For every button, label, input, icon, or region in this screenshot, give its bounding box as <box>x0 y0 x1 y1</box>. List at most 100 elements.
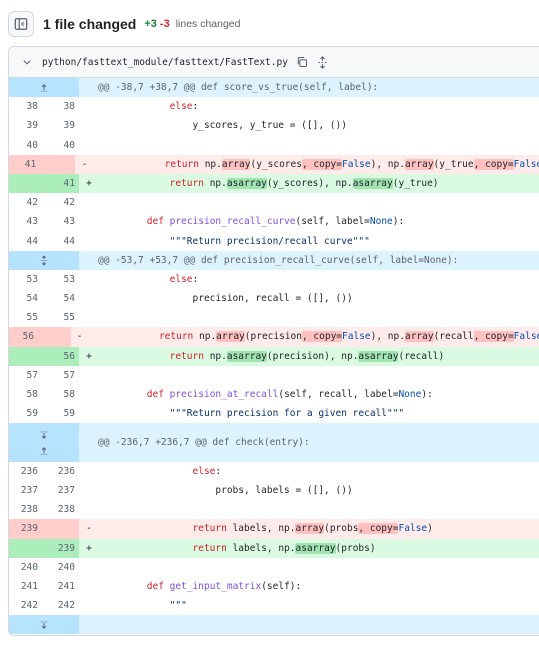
expand-down-button[interactable] <box>9 615 79 635</box>
new-line-number[interactable]: 242 <box>44 596 79 615</box>
diff-summary: 1 file changed +3 -3 lines changed <box>8 10 539 38</box>
old-line-number[interactable]: 53 <box>9 270 44 289</box>
new-line-number[interactable]: 59 <box>44 404 79 423</box>
expand-between-button[interactable] <box>9 423 79 462</box>
diff-line: 43 43 def precision_recall_curve(self, la… <box>9 212 539 232</box>
old-line-number[interactable]: 44 <box>9 232 44 251</box>
file-path[interactable]: python/fasttext_module/fasttext/FastText… <box>42 57 288 68</box>
old-line-number[interactable]: 57 <box>9 366 44 385</box>
new-line-number[interactable]: 237 <box>44 481 79 500</box>
new-line-number[interactable]: 238 <box>44 500 79 519</box>
old-line-number[interactable]: 41 <box>9 154 43 174</box>
collapse-file-button[interactable] <box>22 57 34 67</box>
new-line-number[interactable]: 54 <box>44 289 79 308</box>
code-text: def get_input_matrix(self): <box>146 580 302 592</box>
code-text: probs, labels = ([], ()) <box>101 484 353 496</box>
hunk-header-text: @@ -236,7 +236,7 @@ def check(entry): <box>98 437 310 449</box>
new-line-number[interactable]: 241 <box>44 577 79 596</box>
new-line-number[interactable] <box>40 327 71 347</box>
hunk-header-text: @@ -53,7 +53,7 @@ def precision_recall_c… <box>98 254 459 266</box>
old-line-number[interactable]: 38 <box>9 97 44 116</box>
old-line-number[interactable]: 54 <box>9 289 44 308</box>
deleted-line: 41 - return np.array(y_scores, copy=False… <box>9 154 539 174</box>
old-line-number[interactable]: 240 <box>9 558 44 577</box>
diff-line: 236 236 else: <box>9 461 539 481</box>
file-tree-toggle-button[interactable] <box>8 11 34 37</box>
expand-up-button[interactable] <box>9 78 79 98</box>
old-line-number[interactable]: 56 <box>9 327 41 347</box>
old-line-number[interactable] <box>9 538 44 558</box>
old-line-number[interactable]: 40 <box>9 136 44 155</box>
new-line-number[interactable]: 41 <box>44 173 79 194</box>
old-line-number[interactable]: 42 <box>9 193 44 212</box>
new-line-number[interactable]: 53 <box>44 270 79 289</box>
hunk-header: @@ -236,7 +236,7 @@ def check(entry): <box>9 423 539 462</box>
new-line-number[interactable]: 58 <box>44 385 79 404</box>
old-line-number[interactable] <box>9 173 44 194</box>
copy-path-button[interactable] <box>296 56 308 68</box>
new-line-number[interactable]: 42 <box>44 193 79 212</box>
old-line-number[interactable]: 241 <box>9 577 44 596</box>
diff-line: 39 39 y_scores, y_true = ([], ()) <box>9 116 539 136</box>
code-text: return np.array(precision, copy=False), … <box>158 331 539 343</box>
new-line-number[interactable]: 240 <box>44 558 79 577</box>
old-line-number[interactable]: 239 <box>9 519 44 539</box>
hunk-header: @@ -53,7 +53,7 @@ def precision_recall_c… <box>9 250 539 270</box>
added-line: 56 + return np.asarray(precision), np.asa… <box>9 346 539 366</box>
new-line-number[interactable]: 39 <box>44 116 79 135</box>
old-line-number[interactable]: 237 <box>9 481 44 500</box>
hunk-footer <box>9 615 539 635</box>
new-line-number[interactable]: 56 <box>44 346 79 366</box>
addition-marker: + <box>86 350 92 362</box>
code-text: return labels, np.asarray(probs) <box>192 542 376 554</box>
diff-line: 55 55 <box>9 308 539 328</box>
code-text: """ <box>101 600 187 612</box>
sidebar-toggle-icon <box>14 18 28 30</box>
expand-between-button[interactable] <box>9 250 79 270</box>
new-line-number[interactable]: 43 <box>44 212 79 231</box>
diff-line: 238 238 <box>9 500 539 520</box>
old-line-number[interactable]: 58 <box>9 385 44 404</box>
old-line-number[interactable]: 39 <box>9 116 44 135</box>
new-line-number[interactable]: 57 <box>44 366 79 385</box>
new-line-number[interactable] <box>44 519 79 539</box>
copy-icon <box>297 56 307 68</box>
code-text: return labels, np.array(probs, copy=Fals… <box>192 523 433 535</box>
diff-line: 40 40 <box>9 135 539 155</box>
new-line-number[interactable]: 239 <box>44 538 79 558</box>
code-text: def precision_at_recall(self, recall, la… <box>146 389 433 400</box>
old-line-number[interactable]: 236 <box>9 462 44 481</box>
new-line-number[interactable]: 40 <box>44 136 79 155</box>
files-changed-title: 1 file changed <box>43 16 137 32</box>
additions-count: +3 <box>144 18 157 30</box>
old-line-number[interactable]: 238 <box>9 500 44 519</box>
file-header: python/fasttext_module/fasttext/FastText… <box>9 47 539 78</box>
old-line-number[interactable] <box>9 346 44 366</box>
addition-marker: + <box>86 177 92 189</box>
old-line-number[interactable]: 242 <box>9 596 44 615</box>
code-text: return np.array(y_scores, copy=False), n… <box>164 158 539 170</box>
new-line-number[interactable]: 44 <box>44 232 79 251</box>
new-line-number[interactable]: 236 <box>44 462 79 481</box>
expand-up-icon <box>40 83 48 92</box>
diff-line: 54 54 precision, recall = ([], ()) <box>9 289 539 309</box>
new-line-number[interactable] <box>42 154 76 174</box>
old-line-number[interactable]: 43 <box>9 212 44 231</box>
deleted-line: 239 - return labels, np.array(probs, copy… <box>9 519 539 539</box>
deletions-count: -3 <box>159 18 170 30</box>
expand-all-button[interactable] <box>316 55 329 69</box>
added-line: 41 + return np.asarray(y_scores), np.asar… <box>9 173 539 194</box>
new-line-number[interactable]: 38 <box>44 97 79 116</box>
expand-up-icon <box>40 446 48 455</box>
old-line-number[interactable]: 59 <box>9 404 44 423</box>
code-text: """Return precision for a given recall""… <box>101 408 405 420</box>
old-line-number[interactable]: 55 <box>9 308 44 327</box>
added-line: 239 + return labels, np.asarray(probs) <box>9 538 539 558</box>
new-line-number[interactable]: 55 <box>44 308 79 327</box>
diff-line: 58 58 def precision_at_recall(self, recal… <box>9 385 539 405</box>
code-text: """Return precision/recall curve""" <box>101 235 370 247</box>
addition-marker: + <box>86 542 92 554</box>
